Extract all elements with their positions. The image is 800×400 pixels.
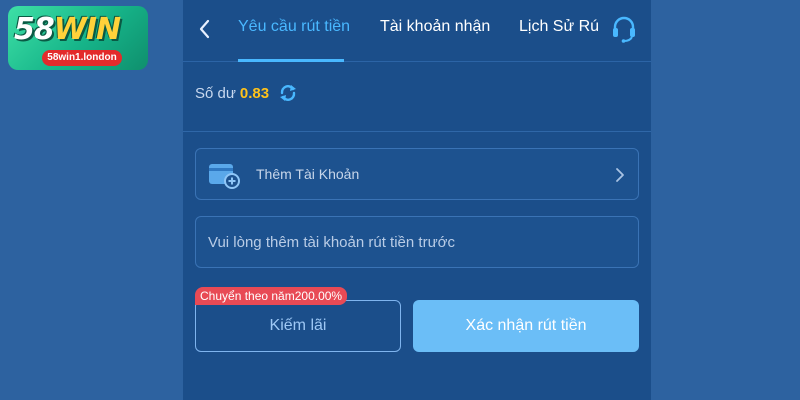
support-button[interactable] bbox=[609, 14, 639, 44]
balance-row: Số dư 0.83 bbox=[195, 82, 299, 104]
logo-number: 58 bbox=[14, 12, 55, 47]
top-navigation: Yêu cầu rút tiền Tài khoản nhận Lịch Sử … bbox=[183, 0, 651, 62]
add-account-label: Thêm Tài Khoản bbox=[256, 166, 360, 182]
logo-domain: 58win1.london bbox=[42, 50, 122, 66]
tab-history[interactable]: Lịch Sử Rú bbox=[519, 18, 599, 36]
chevron-left-icon bbox=[199, 19, 210, 39]
balance-label: Số dư bbox=[195, 84, 236, 102]
withdraw-account-notice: Vui lòng thêm tài khoản rút tiền trước bbox=[195, 216, 639, 268]
balance-value: 0.83 bbox=[239, 84, 270, 102]
interest-rate-badge: Chuyển theo năm200.00% bbox=[195, 287, 348, 305]
brand-logo: 58WIN 58win1.london bbox=[8, 6, 148, 70]
back-button[interactable] bbox=[193, 16, 217, 42]
earn-interest-button[interactable]: Kiếm lãi bbox=[195, 300, 401, 352]
active-tab-indicator bbox=[238, 59, 344, 62]
tab-receiving-account[interactable]: Tài khoản nhận bbox=[380, 18, 490, 36]
notice-text: Vui lòng thêm tài khoản rút tiền trước bbox=[208, 234, 455, 251]
withdraw-panel: Yêu cầu rút tiền Tài khoản nhận Lịch Sử … bbox=[183, 0, 651, 400]
section-divider bbox=[183, 131, 651, 132]
chevron-right-icon bbox=[616, 168, 624, 182]
logo-wordmark: 58WIN bbox=[14, 12, 121, 47]
refresh-icon[interactable] bbox=[277, 82, 299, 104]
tab-withdraw-request[interactable]: Yêu cầu rút tiền bbox=[238, 18, 350, 36]
headset-icon bbox=[613, 16, 635, 43]
confirm-withdraw-button[interactable]: Xác nhận rút tiền bbox=[413, 300, 639, 352]
wallet-add-icon bbox=[209, 164, 240, 189]
add-account-button[interactable]: Thêm Tài Khoản bbox=[195, 148, 639, 200]
logo-word: WIN bbox=[53, 12, 121, 47]
